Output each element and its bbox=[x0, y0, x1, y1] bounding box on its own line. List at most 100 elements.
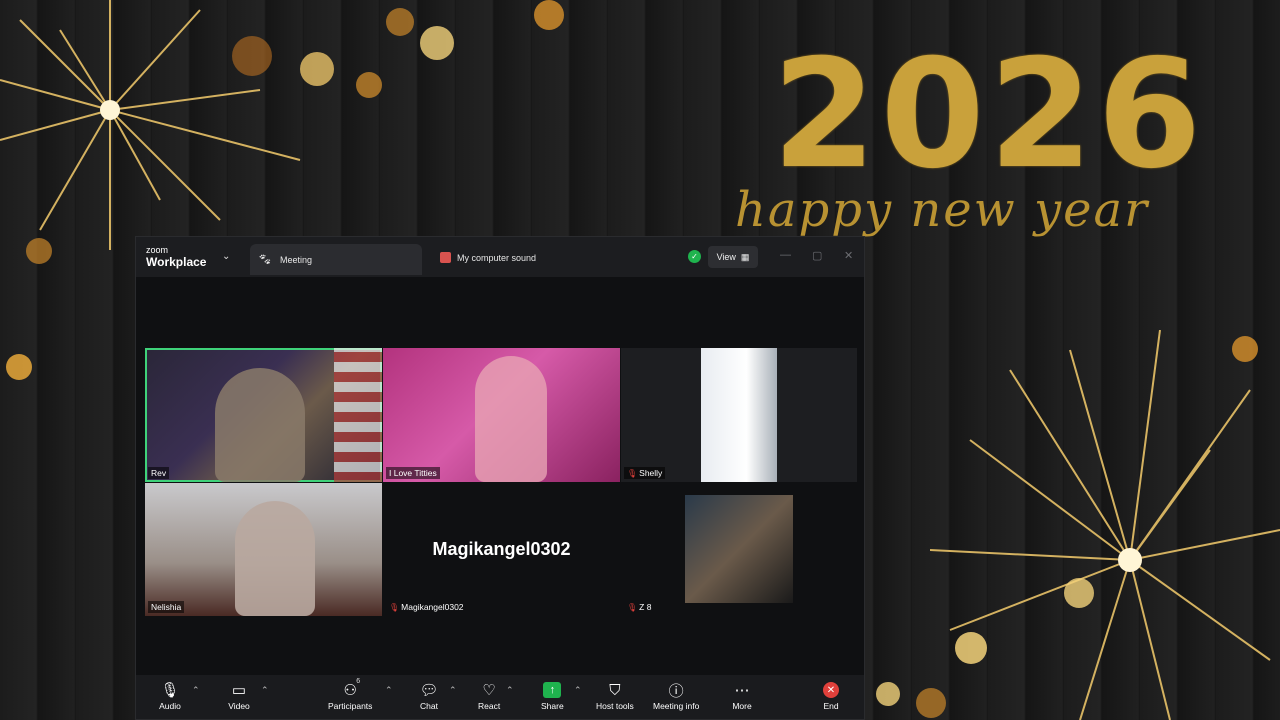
share-options-caret[interactable]: ⌃ bbox=[574, 685, 582, 696]
title-bar: zoom Workplace ⌄ 🐾︎ Meeting My computer … bbox=[136, 237, 864, 277]
bokeh-dot bbox=[356, 72, 382, 98]
meeting-info-button[interactable]: ⓘ Meeting info bbox=[653, 679, 700, 712]
chat-options-caret[interactable]: ⌃ bbox=[449, 685, 457, 696]
microphone-icon: 🎙︎ bbox=[160, 682, 180, 699]
tab-meeting[interactable]: 🐾︎ Meeting bbox=[250, 244, 422, 275]
participants-icon: ⚇ 6 bbox=[343, 678, 361, 699]
verified-shield-icon[interactable]: ✓ bbox=[688, 250, 701, 263]
video-button[interactable]: ▭ Video bbox=[228, 679, 250, 711]
chat-bubble-icon: 💬︎ bbox=[419, 682, 439, 699]
participants-label: Participants bbox=[328, 701, 373, 711]
firework-bottom-right bbox=[930, 330, 1280, 720]
person-silhouette bbox=[235, 501, 315, 616]
audio-button[interactable]: 🎙︎ Audio bbox=[159, 679, 181, 711]
participant-name-tag: I Love Titties bbox=[386, 467, 440, 479]
muted-mic-icon: 🎙︎ bbox=[389, 602, 400, 612]
react-button[interactable]: ♡ React bbox=[478, 679, 500, 711]
bokeh-dot bbox=[232, 36, 272, 76]
person-silhouette bbox=[475, 356, 547, 482]
end-label: End bbox=[823, 701, 839, 711]
host-shield-icon: ⛉ bbox=[609, 681, 621, 699]
bokeh-dot bbox=[955, 632, 987, 664]
participants-button[interactable]: ⚇ 6 Participants bbox=[328, 678, 373, 711]
view-label: View bbox=[716, 252, 736, 262]
host-tools-label: Host tools bbox=[596, 701, 634, 711]
bokeh-dot bbox=[1232, 336, 1258, 362]
participant-display-name: Magikangel0302 bbox=[432, 539, 571, 559]
react-label: React bbox=[478, 701, 501, 711]
bokeh-dot bbox=[1064, 578, 1094, 608]
bokeh-dot bbox=[876, 682, 900, 706]
z8-video-feed bbox=[685, 495, 793, 603]
video-tile-magikangel0302[interactable]: Magikangel0302 🎙︎ Magikangel0302 bbox=[383, 483, 620, 616]
video-tile-rev[interactable]: Rev bbox=[145, 348, 382, 482]
participant-name: Nelishia bbox=[151, 602, 182, 612]
close-window-button[interactable]: ✕ bbox=[844, 249, 853, 262]
chat-button[interactable]: 💬︎ Chat bbox=[418, 679, 440, 711]
video-tile-nelishia[interactable]: Nelishia bbox=[145, 483, 382, 616]
shelly-video-feed bbox=[701, 348, 777, 482]
view-button[interactable]: View ▦ bbox=[708, 246, 758, 268]
new-year-greeting: happy new year bbox=[735, 182, 1150, 238]
muted-mic-icon: 🎙︎ bbox=[627, 468, 638, 478]
more-button[interactable]: ⋯ More bbox=[731, 679, 753, 711]
meeting-toolbar: 🎙︎ Audio ⌃ ▭ Video ⌃ ⚇ 6 Participants ⌃ … bbox=[136, 675, 864, 719]
participant-name: I Love Titties bbox=[389, 468, 437, 478]
participants-options-caret[interactable]: ⌃ bbox=[385, 685, 393, 696]
participant-name: Rev bbox=[151, 468, 167, 478]
share-arrow-icon: ↑ bbox=[543, 682, 562, 698]
participant-name: Magikangel0302 bbox=[401, 602, 464, 612]
close-icon: ✕ bbox=[823, 682, 839, 698]
ellipsis-icon: ⋯ bbox=[734, 682, 750, 699]
bokeh-dot bbox=[916, 688, 946, 718]
tab-sound-label: My computer sound bbox=[457, 252, 537, 263]
participant-name-tag: Rev bbox=[148, 467, 170, 479]
share-button[interactable]: ↑ Share bbox=[541, 679, 564, 711]
end-button[interactable]: ✕ End bbox=[823, 679, 839, 711]
chat-label: Chat bbox=[420, 701, 438, 711]
participants-count: 6 bbox=[356, 678, 361, 685]
participant-name: Shelly bbox=[639, 468, 663, 478]
zoom-window: zoom Workplace ⌄ 🐾︎ Meeting My computer … bbox=[135, 236, 865, 720]
more-label: More bbox=[732, 701, 752, 711]
audio-options-caret[interactable]: ⌃ bbox=[192, 685, 200, 696]
bokeh-dot bbox=[26, 238, 52, 264]
video-tile-i-love-titties[interactable]: I Love Titties bbox=[383, 348, 620, 482]
bokeh-dot bbox=[420, 26, 454, 60]
zoom-brand[interactable]: zoom Workplace bbox=[146, 245, 207, 269]
paw-icon: 🐾︎ bbox=[258, 254, 272, 266]
muted-mic-icon: 🎙︎ bbox=[627, 602, 638, 612]
flag-backdrop bbox=[334, 348, 382, 482]
video-options-caret[interactable]: ⌃ bbox=[261, 685, 269, 696]
bokeh-dot bbox=[6, 354, 32, 380]
grid-icon: ▦ bbox=[740, 251, 750, 262]
bokeh-dot bbox=[386, 8, 414, 36]
video-label: Video bbox=[228, 701, 250, 711]
share-label: Share bbox=[541, 701, 564, 711]
participant-name-tag: 🎙︎ Shelly bbox=[624, 467, 666, 479]
sound-icon bbox=[440, 252, 451, 263]
tab-meeting-label: Meeting bbox=[279, 254, 312, 265]
chevron-down-icon[interactable]: ⌄ bbox=[222, 251, 230, 262]
bokeh-dot bbox=[534, 0, 564, 30]
host-tools-button[interactable]: ⛉ Host tools bbox=[596, 679, 634, 712]
heart-icon: ♡ bbox=[482, 682, 496, 699]
minimize-button[interactable]: — bbox=[780, 249, 791, 261]
meeting-info-label: Meeting info bbox=[653, 701, 700, 711]
tab-computer-sound[interactable]: My computer sound bbox=[440, 252, 536, 263]
participant-name-tag: Nelishia bbox=[148, 601, 185, 613]
participant-name-tag: 🎙︎ Magikangel0302 bbox=[386, 601, 467, 613]
info-icon: ⓘ bbox=[668, 682, 684, 700]
maximize-button[interactable]: ▢ bbox=[812, 249, 822, 262]
participant-name: Z 8 bbox=[639, 602, 652, 612]
video-tile-shelly[interactable]: 🎙︎ Shelly bbox=[621, 348, 857, 482]
bokeh-dot bbox=[300, 52, 334, 86]
audio-label: Audio bbox=[159, 701, 181, 711]
react-options-caret[interactable]: ⌃ bbox=[506, 685, 514, 696]
new-year-number: 2026 bbox=[772, 28, 1206, 202]
participant-name-tag: 🎙︎ Z 8 bbox=[624, 601, 654, 613]
camera-icon: ▭ bbox=[231, 682, 247, 699]
video-tile-z8[interactable]: 🎙︎ Z 8 bbox=[621, 483, 857, 616]
brand-top: zoom bbox=[146, 245, 169, 255]
brand-bottom: Workplace bbox=[146, 255, 207, 269]
